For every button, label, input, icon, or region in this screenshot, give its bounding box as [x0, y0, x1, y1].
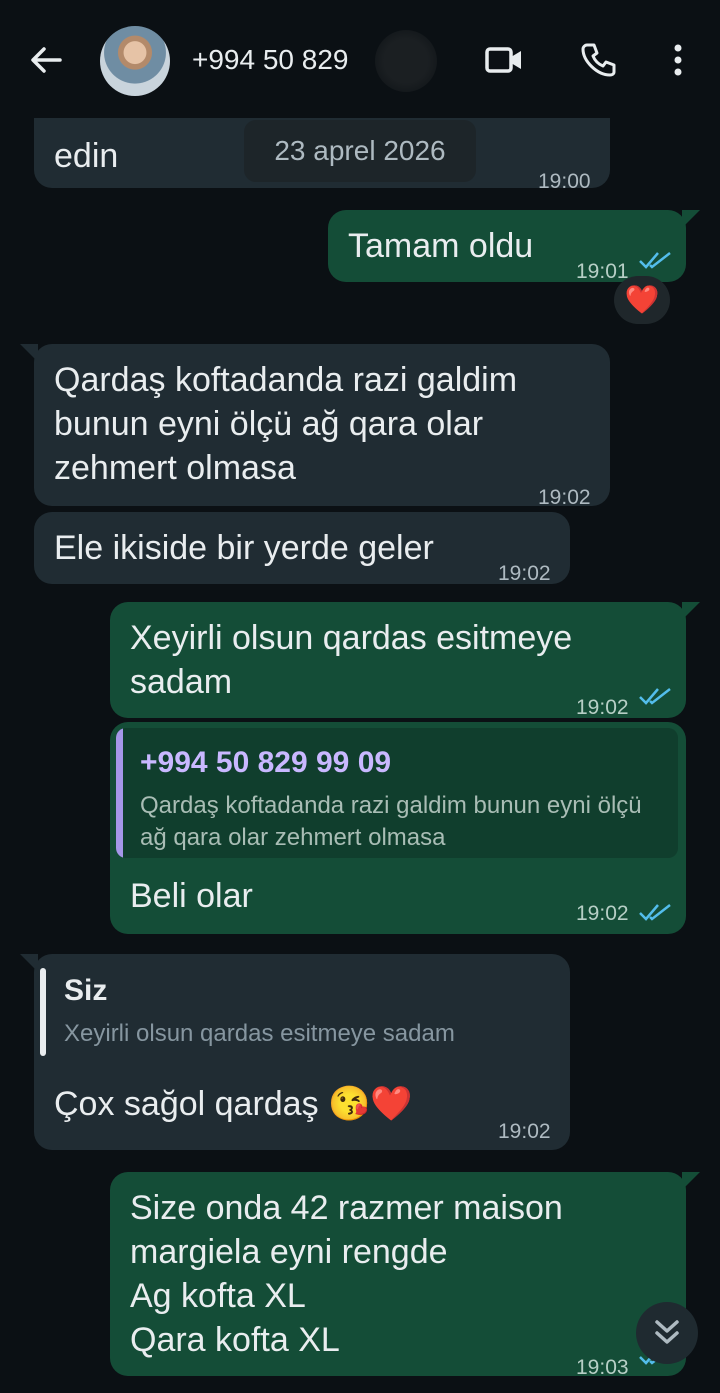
message-text: Ele ikiside bir yerde geler [54, 529, 434, 567]
message-time: 19:00 [538, 170, 591, 193]
message-text: Size onda 42 razmer maison margiela eyni… [130, 1189, 563, 1359]
message-outgoing[interactable]: Xeyirli olsun qardas esitmeye sadam 19:0… [110, 602, 700, 719]
quoted-message[interactable]: Siz Xeyirli olsun qardas esitmeye sadam [40, 968, 540, 1056]
message-text: edin [54, 137, 119, 175]
message-text: Çox sağol qardaş 😘❤️ [54, 1085, 413, 1123]
read-ticks-icon [639, 252, 671, 269]
chevron-double-down-icon [655, 1320, 679, 1344]
quoted-text: Qardaş koftadanda razi galdim bunun eyni… [140, 792, 642, 851]
quote-bar [116, 728, 123, 858]
contact-name[interactable]: +994 50 829 [192, 44, 349, 76]
quoted-message[interactable]: +994 50 829 99 09 Qardaş koftadanda razi… [116, 728, 678, 858]
read-ticks-icon [639, 904, 671, 921]
quote-bar [40, 968, 46, 1056]
message-text: Qardaş koftadanda razi galdim bunun eyni… [54, 361, 518, 487]
redaction-blur [375, 30, 437, 92]
message-incoming[interactable]: Ele ikiside bir yerde geler 19:02 [34, 512, 570, 585]
message-text: Tamam oldu [348, 227, 534, 265]
phone-icon[interactable] [578, 40, 618, 80]
quoted-sender: Siz [64, 974, 108, 1007]
message-text: Beli olar [130, 877, 253, 915]
heart-reaction[interactable]: ❤️ [614, 276, 670, 324]
message-time: 19:02 [498, 562, 551, 585]
quoted-sender: +994 50 829 99 09 [140, 746, 392, 779]
message-outgoing[interactable]: Size onda 42 razmer maison margiela eyni… [110, 1172, 700, 1379]
message-time: 19:02 [498, 1120, 551, 1143]
message-time: 19:02 [576, 902, 629, 925]
more-vert-icon[interactable] [658, 40, 698, 80]
chat-header: +994 50 829 [0, 0, 720, 118]
scroll-to-bottom-button[interactable] [636, 1302, 698, 1364]
quoted-text: Xeyirli olsun qardas esitmeye sadam [64, 1020, 455, 1047]
back-arrow-icon[interactable] [26, 40, 66, 80]
video-call-icon[interactable] [484, 40, 524, 80]
message-text: Xeyirli olsun qardas esitmeye sadam [130, 619, 573, 701]
read-ticks-icon [639, 688, 671, 705]
message-outgoing[interactable]: Tamam oldu 19:01 [328, 210, 700, 283]
date-divider: 23 aprel 2026 [244, 120, 476, 182]
message-incoming[interactable]: Qardaş koftadanda razi galdim bunun eyni… [20, 344, 610, 509]
avatar[interactable] [100, 26, 170, 96]
message-time: 19:03 [576, 1356, 629, 1379]
